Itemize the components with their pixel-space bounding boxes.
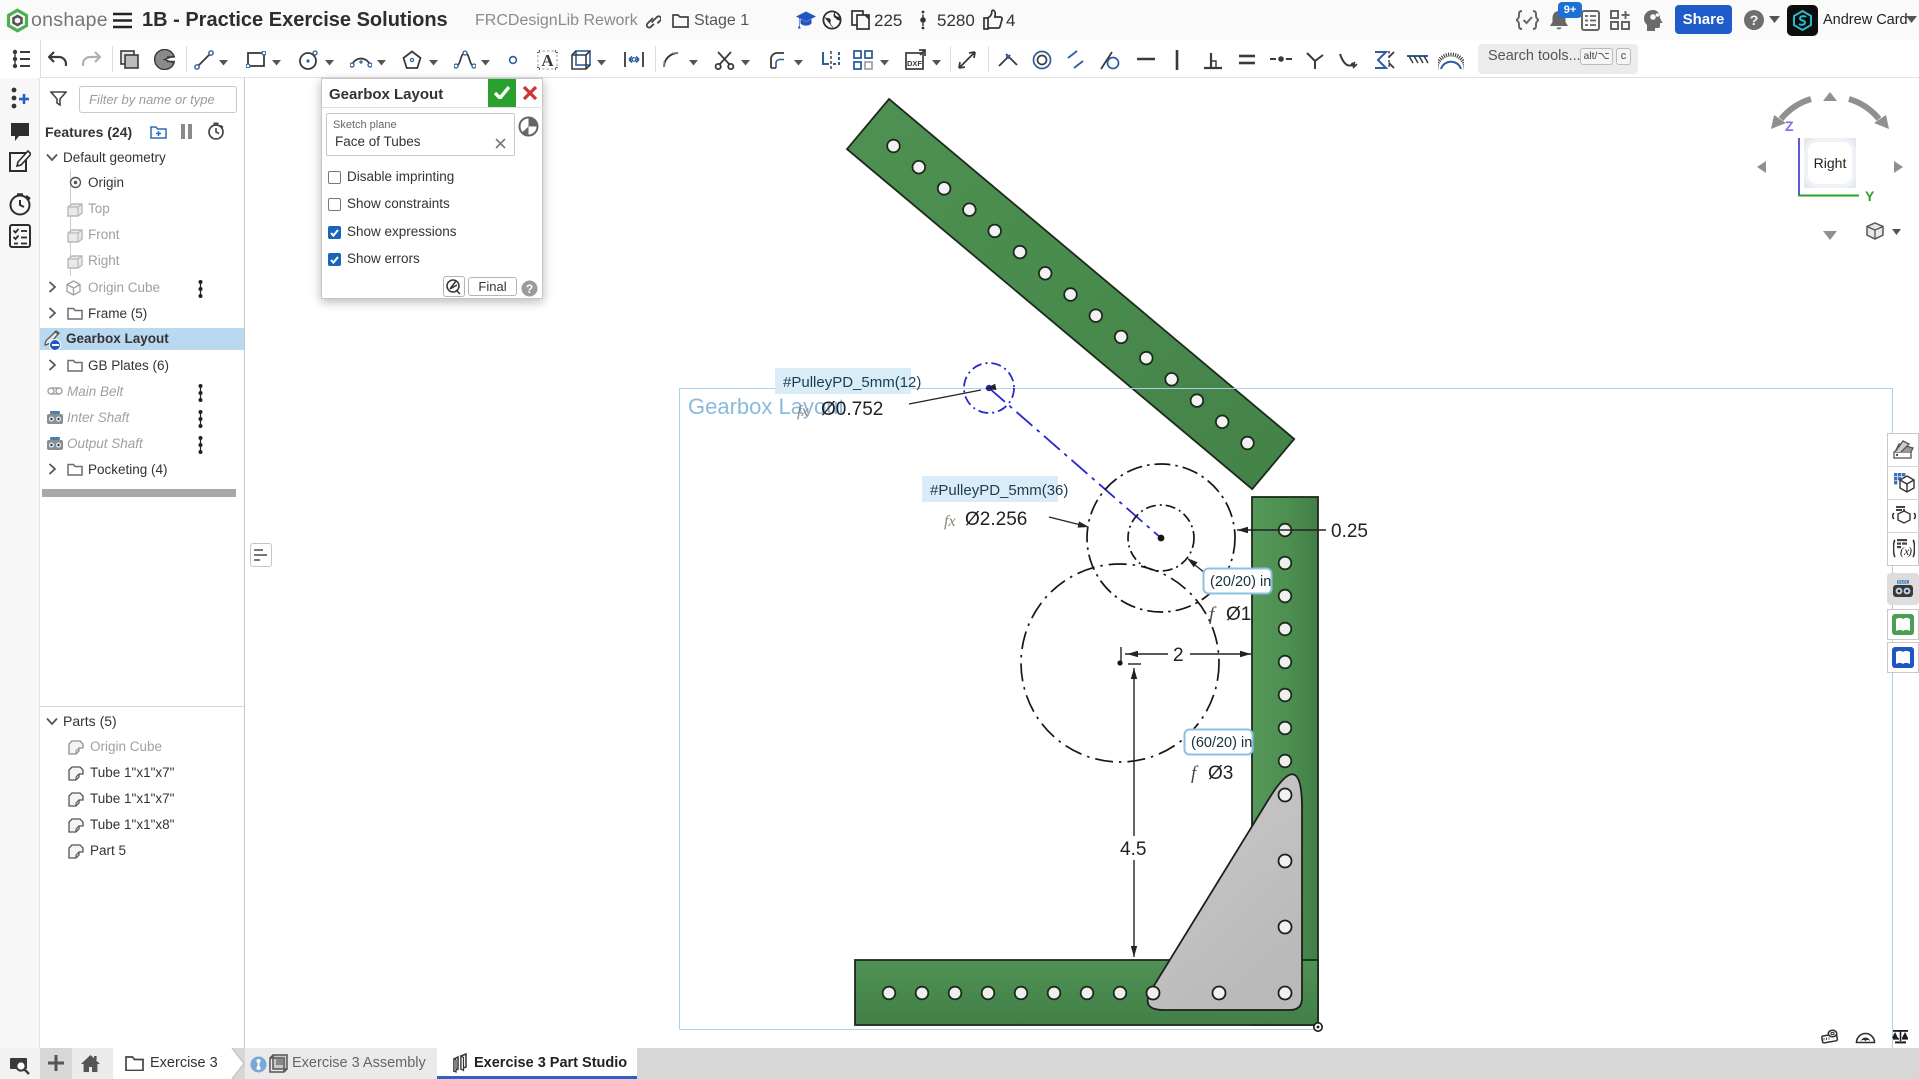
svg-text:f: f <box>1209 604 1217 625</box>
svg-text:0.25: 0.25 <box>1331 521 1368 542</box>
svg-text:fx: fx <box>797 403 809 420</box>
svg-text:fx: fx <box>944 513 956 530</box>
svg-text:f: f <box>1191 763 1199 784</box>
svg-text:Z: Z <box>1785 118 1794 134</box>
svg-text:?: ? <box>1750 12 1759 28</box>
svg-text:(60/20) in: (60/20) in <box>1191 735 1252 751</box>
svg-text:2: 2 <box>1173 645 1184 666</box>
svg-text:A: A <box>541 51 554 70</box>
svg-text:(20/20) in: (20/20) in <box>1210 574 1271 590</box>
svg-text:4.5: 4.5 <box>1120 839 1146 860</box>
svg-text:DXF: DXF <box>907 59 922 68</box>
svg-text:?: ? <box>526 282 533 296</box>
svg-text:0101: 0101 <box>1898 580 1909 585</box>
svg-text:): ) <box>1907 544 1912 558</box>
svg-text:Ø1: Ø1 <box>1226 604 1251 625</box>
svg-text:#PulleyPD_5mm(12): #PulleyPD_5mm(12) <box>783 374 921 391</box>
svg-text:Ø0.752: Ø0.752 <box>821 399 883 420</box>
svg-text:Y: Y <box>1865 188 1875 204</box>
svg-text:Ø2.256: Ø2.256 <box>965 509 1027 530</box>
svg-text:Right: Right <box>1814 155 1847 171</box>
svg-text:Ø3: Ø3 <box>1208 763 1233 784</box>
svg-text:#PulleyPD_5mm(36): #PulleyPD_5mm(36) <box>930 482 1068 499</box>
